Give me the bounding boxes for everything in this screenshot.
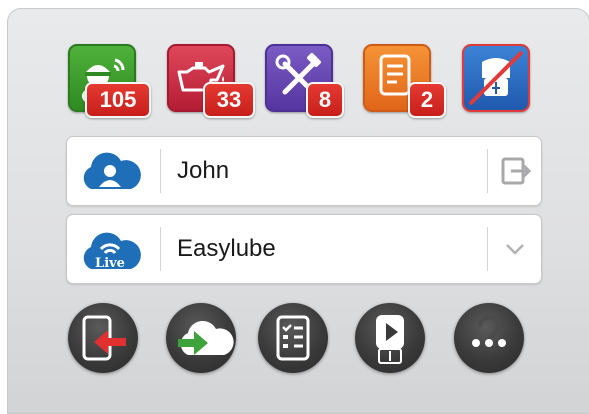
workspace-select[interactable]: Live Easylube — [66, 214, 542, 284]
more-dots-icon — [472, 315, 506, 347]
field-divider — [487, 149, 488, 193]
device-play-icon — [376, 315, 404, 364]
cloud-sync-button[interactable] — [166, 303, 236, 373]
logout-icon[interactable] — [495, 151, 535, 191]
checklist-button[interactable] — [258, 303, 328, 373]
phone-import-icon — [82, 315, 126, 361]
more-options-button[interactable] — [454, 303, 524, 373]
chevron-down-icon[interactable] — [495, 229, 535, 269]
field-divider — [487, 227, 488, 271]
lubrication-count-badge: 33 — [203, 82, 255, 118]
live-label: Live — [95, 256, 125, 271]
user-name: John — [177, 157, 230, 184]
device-disconnected-icon — [468, 50, 524, 106]
field-divider — [160, 149, 161, 193]
user-field[interactable]: John — [66, 136, 542, 206]
device-transfer-button[interactable] — [68, 303, 138, 373]
maintenance-count-badge: 8 — [306, 82, 344, 118]
field-divider — [160, 227, 161, 271]
report-count-badge: 2 — [408, 82, 446, 118]
device-play-button[interactable] — [355, 303, 425, 373]
oil-sampling-count-badge: 105 — [85, 82, 151, 118]
workspace-name: Easylube — [177, 235, 276, 262]
checklist-icon — [276, 315, 310, 361]
device-disabled-tile[interactable] — [462, 44, 530, 112]
cloud-user-icon — [83, 152, 141, 189]
cloud-upload-icon — [178, 320, 234, 355]
live-cloud-icon: Live — [83, 232, 141, 271]
